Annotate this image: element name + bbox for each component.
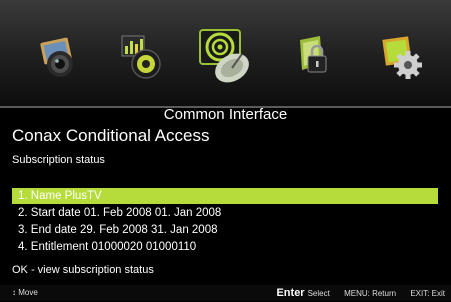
exit-hint: EXIT: Exit <box>410 289 445 298</box>
footer-key-hints: Enter Select MENU: Return EXIT: Exit <box>276 285 445 302</box>
enter-action-label: Select <box>307 289 330 298</box>
subscription-list: 1. Name PlusTV 2. Start date 01. Feb 200… <box>12 188 438 256</box>
audio-levels-icon[interactable] <box>118 34 164 80</box>
footer-help-bar: ↕ Move Enter Select MENU: Return EXIT: Ex… <box>0 285 451 301</box>
satellite-dish-icon[interactable] <box>194 26 256 88</box>
main-menu-icon-bar <box>0 0 451 108</box>
parental-lock-icon[interactable] <box>290 34 336 80</box>
list-item-start-date[interactable]: 2. Start date 01. Feb 2008 01. Jan 2008 <box>12 205 438 221</box>
up-down-arrows-icon: ↕ <box>12 288 16 297</box>
section-title: Common Interface <box>163 106 288 123</box>
enter-key-label: Enter <box>276 287 305 299</box>
list-item-end-date[interactable]: 3. End date 29. Feb 2008 31. Jan 2008 <box>12 222 438 238</box>
ok-hint-text: OK - view subscription status <box>12 264 154 276</box>
menu-return-hint: MENU: Return <box>344 289 397 298</box>
list-item-name[interactable]: 1. Name PlusTV <box>12 188 438 204</box>
page-subtitle: Subscription status <box>12 154 105 166</box>
camera-lens-icon[interactable] <box>34 34 80 80</box>
move-hint: ↕ Move <box>12 285 38 301</box>
ci-menu-screen: Common Interface Conax Conditional Acces… <box>0 0 451 301</box>
settings-gear-icon[interactable] <box>378 34 424 80</box>
move-label: Move <box>18 288 38 297</box>
list-item-entitlement[interactable]: 4. Entitlement 01000020 01000110 <box>12 239 438 255</box>
module-title: Conax Conditional Access <box>12 126 210 145</box>
